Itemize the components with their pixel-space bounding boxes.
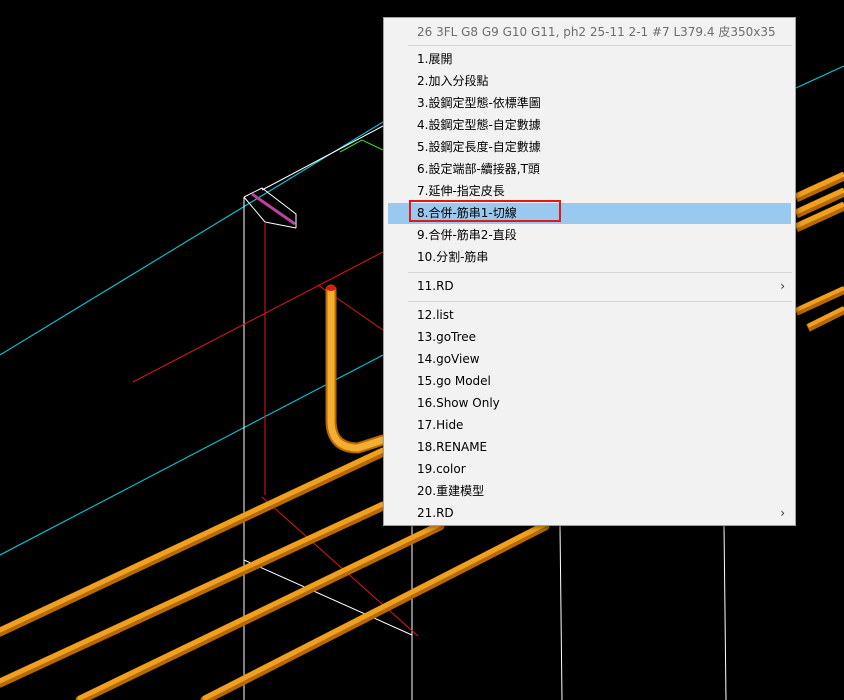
menu-item[interactable]: 14.goView: [388, 349, 791, 370]
menu-item[interactable]: 15.go Model: [388, 371, 791, 392]
menu-item[interactable]: 17.Hide: [388, 415, 791, 436]
menu-item[interactable]: 10.分割-筋串: [388, 247, 791, 268]
beam-outline: [723, 525, 727, 700]
menu-item[interactable]: 2.加入分段點: [388, 71, 791, 92]
chevron-right-icon: ›: [780, 506, 785, 520]
menu-item-label: 3.設鋼定型態-依標準圖: [417, 96, 541, 110]
menu-item-label: 14.goView: [417, 352, 480, 366]
menu-item[interactable]: 1.展開: [388, 49, 791, 70]
menu-item-label: 20.重建模型: [417, 484, 485, 498]
menu-item-label: 18.RENAME: [417, 440, 488, 454]
menu-item-label: 13.goTree: [417, 330, 477, 344]
menu-item-label: 10.分割-筋串: [417, 250, 489, 264]
menu-item-label: 2.加入分段點: [417, 74, 489, 88]
menu-item-label: 17.Hide: [417, 418, 464, 432]
menu-item[interactable]: 4.設鋼定型態-自定數據: [388, 115, 791, 136]
menu-separator: [408, 45, 792, 46]
menu-item[interactable]: 19.color: [388, 459, 791, 480]
menu-item[interactable]: 11.RD ›: [388, 276, 791, 297]
menu-item[interactable]: 18.RENAME: [388, 437, 791, 458]
chevron-right-icon: ›: [780, 279, 785, 293]
green-edge: [339, 139, 384, 153]
menu-item-label: 4.設鋼定型態-自定數據: [417, 118, 541, 132]
menu-item-label: 6.設定端部-續接器,T頭: [417, 162, 540, 176]
menu-item[interactable]: 13.goTree: [388, 327, 791, 348]
menu-item-label: 9.合併-筋串2-直段: [417, 228, 517, 242]
menu-item-label: 12.list: [417, 308, 454, 322]
rebar-end-cap: [326, 285, 336, 291]
menu-item[interactable]: 9.合併-筋串2-直段: [388, 225, 791, 246]
menu-item[interactable]: 8.合併-筋串1-切線: [388, 200, 791, 224]
menu-item-label: 19.color: [417, 462, 466, 476]
menu-item-label: 8.合併-筋串1-切線: [417, 206, 517, 220]
beam-outline: [261, 125, 384, 191]
menu-item-label: 1.展開: [417, 52, 453, 66]
menu-separator: [408, 272, 792, 273]
menu-item-label: 16.Show Only: [417, 396, 500, 410]
menu-item[interactable]: 12.list: [388, 305, 791, 326]
menu-separator: [408, 301, 792, 302]
guide-line-cyan: [795, 65, 844, 89]
main-rebar-shine: [795, 286, 844, 312]
main-rebar-shine: [0, 447, 386, 633]
menu-item[interactable]: 21.RD ›: [388, 503, 791, 524]
beam-outline: [559, 525, 563, 700]
menu-item[interactable]: 7.延伸-指定皮長: [388, 181, 791, 202]
menu-item[interactable]: 20.重建模型: [388, 481, 791, 502]
menu-item[interactable]: 3.設鋼定型態-依標準圖: [388, 93, 791, 114]
menu-item[interactable]: 16.Show Only: [388, 393, 791, 414]
menu-item-label: 5.設鋼定長度-自定數據: [417, 140, 541, 154]
menu-item-label: 15.go Model: [417, 374, 491, 388]
menu-item-label: 11.RD: [417, 279, 454, 293]
beam-outline: [243, 559, 413, 636]
menu-item-label: 21.RD: [417, 506, 454, 520]
guide-line-red: [132, 251, 384, 383]
menu-header-info: 26 3FL G8 G9 G10 G11, ph2 25-11 2-1 #7 L…: [417, 25, 776, 39]
menu-item[interactable]: 5.設鋼定長度-自定數據: [388, 137, 791, 158]
menu-item-label: 7.延伸-指定皮長: [417, 184, 505, 198]
magenta-stub: [251, 192, 296, 226]
main-rebar-shine: [0, 501, 386, 684]
menu-item[interactable]: 6.設定端部-續接器,T頭: [388, 159, 791, 180]
context-menu: 26 3FL G8 G9 G10 G11, ph2 25-11 2-1 #7 L…: [383, 17, 796, 526]
